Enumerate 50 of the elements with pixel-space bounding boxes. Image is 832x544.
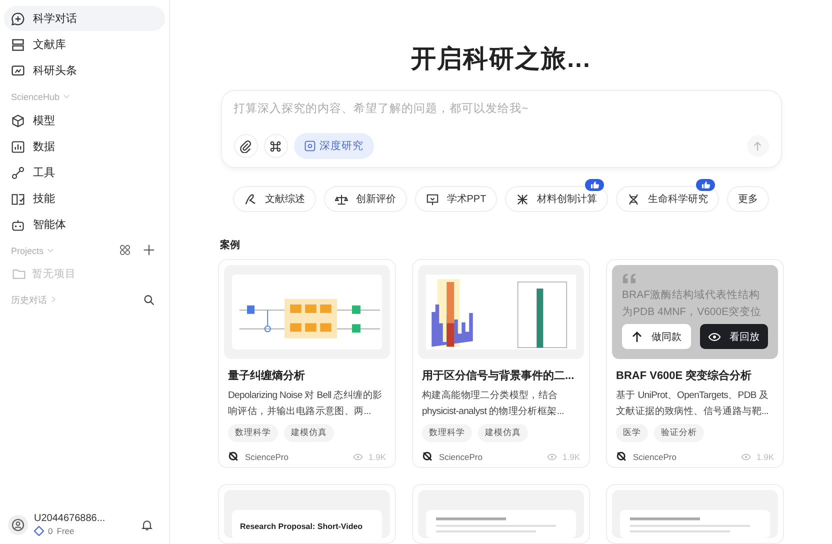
case-card[interactable]: 量子纠缠熵分析 Depolarizing Noise 对 Bell 态纠缠的影响评估，并输出电路示意图、两... 数理科学 建模仿真 SciencePro 1.9K xyxy=(218,259,396,468)
case-description: 基于 UniProt、OpenTargets、PDB 及文献证据的致病性、信号通路与靶... xyxy=(616,389,770,418)
quote-text: 为PDB 4MNF，V600E突变位 xyxy=(622,305,762,320)
author-name: SciencePro xyxy=(245,452,288,462)
quick-action-chip[interactable]: 材料创制计算 xyxy=(505,186,608,212)
view-count: 1.9K xyxy=(562,452,580,462)
points-count: 0 xyxy=(48,526,53,536)
case-title: BRAF V600E 突变综合分析 xyxy=(616,368,753,384)
nav-item[interactable]: 数据 xyxy=(4,134,165,159)
prompt-field[interactable]: 打算深入探究的内容、希望了解的问题，都可以发给我~ xyxy=(234,101,768,133)
author-name: SciencePro xyxy=(633,452,676,462)
nav-item[interactable]: 技能 xyxy=(4,186,165,211)
tag: 数理科学 xyxy=(228,424,278,442)
case-title: 量子纠缠熵分析 xyxy=(228,368,306,383)
tag: 建模仿真 xyxy=(284,424,334,442)
quick-action-chip[interactable]: 学术PPT xyxy=(414,186,498,212)
make-same-button[interactable]: 做同款 xyxy=(622,324,690,350)
tag: 医学 xyxy=(616,424,648,442)
tag: 数理科学 xyxy=(422,424,472,442)
view-count: 1.9K xyxy=(368,452,386,462)
nav-item[interactable]: 科研头条 xyxy=(4,58,165,83)
case-description: Depolarizing Noise 对 Bell 态纠缠的影响评估，并输出电路示意图、两... xyxy=(228,388,384,418)
quote-text: BRAF激酶结构域代表性结构 xyxy=(622,288,760,303)
prompt-composer[interactable]: 打算深入探究的内容、希望了解的问题，都可以发给我~ 深度研究 xyxy=(220,90,782,168)
nav-item[interactable]: 文献库 xyxy=(4,32,165,57)
case-card[interactable]: BRAF激酶结构域代表性结构 为PDB 4MNF，V600E突变位 做同款 看回放 BRAF V600E 突变综合分析 基于 UniProt、OpenTargets、PDB 及文献证据的致病性、信号通路与靶... 医学 验证分析 SciencePro 1.9K xyxy=(606,259,784,468)
case-description: 构建高能物理二分类模型，结合 physicist-analyst 的物理分析框架... xyxy=(422,388,565,418)
case-card[interactable]: 用于区分信号与背景事件的二... 构建高能物理二分类模型，结合 physicist-analyst 的物理分析框架... 数理科学 建模仿真 SciencePro 1.9K xyxy=(412,259,590,468)
page-title: 开启科研之旅... xyxy=(411,44,591,75)
quick-action-chip[interactable]: 文献综述 xyxy=(232,186,316,212)
document-title: Research Proposal: Short-Video xyxy=(240,522,363,531)
deep-research-toggle[interactable]: 深度研究 xyxy=(294,133,374,159)
case-title: 用于区分信号与背景事件的二... xyxy=(422,368,576,383)
nav-item[interactable]: 模型 xyxy=(4,108,165,133)
view-count: 1.9K xyxy=(756,452,774,462)
plan-label: Free xyxy=(56,526,74,536)
user-name: U2044676886... xyxy=(34,513,106,524)
section-heading: 案例 xyxy=(220,238,240,252)
case-card[interactable]: Research Proposal: Short-Video xyxy=(218,484,396,544)
tag: 验证分析 xyxy=(654,424,704,442)
quick-action-chip[interactable]: 生命科学研究 xyxy=(616,186,720,212)
nav-item[interactable]: 工具 xyxy=(4,160,165,185)
quick-action-chip[interactable]: 创新评价 xyxy=(324,186,407,212)
nav-item[interactable]: 科学对话 xyxy=(4,6,165,31)
replay-button[interactable]: 看回放 xyxy=(700,324,768,350)
author-name: SciencePro xyxy=(439,452,482,462)
empty-projects-text: 暂无项目 xyxy=(32,267,76,281)
tag: 建模仿真 xyxy=(478,424,528,442)
nav-item[interactable]: 智能体 xyxy=(4,212,165,237)
quick-action-chip[interactable]: 更多 xyxy=(727,186,770,212)
